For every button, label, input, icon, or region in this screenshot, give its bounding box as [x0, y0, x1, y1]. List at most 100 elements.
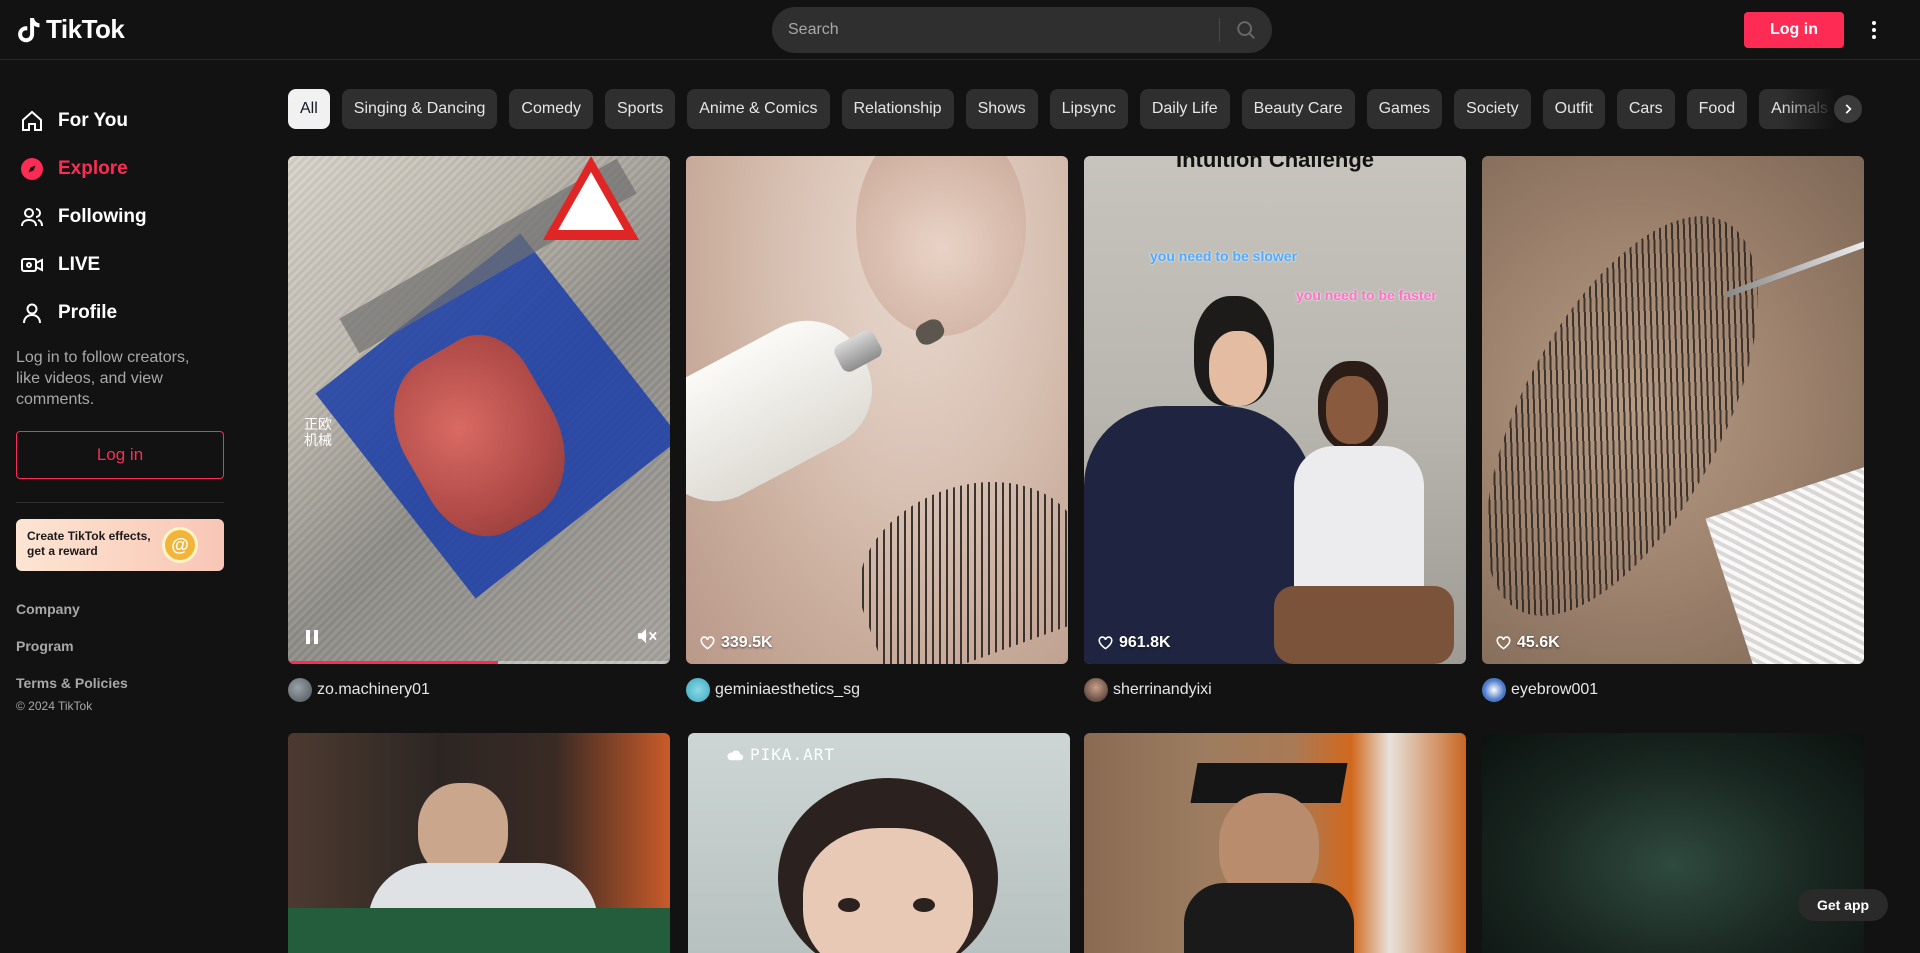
sidebar-item-for-you[interactable]: For You	[20, 103, 128, 139]
sidebar-item-following[interactable]: Following	[20, 199, 147, 235]
video-like-count: 961.8K	[1098, 634, 1171, 652]
live-icon	[21, 258, 43, 272]
category-chip[interactable]: Beauty Care	[1241, 89, 1355, 129]
video-card[interactable]: Intuition Challenge you need to be slowe…	[1084, 156, 1466, 702]
search-icon	[1237, 21, 1255, 39]
search-input[interactable]	[772, 21, 1212, 39]
chevron-right-icon	[1845, 104, 1852, 114]
more-dot-icon	[1872, 35, 1876, 39]
video-thumbnail[interactable]	[1084, 733, 1466, 953]
avatar	[1482, 678, 1506, 702]
video-like-count: 339.5K	[700, 634, 773, 652]
video-thumbnail[interactable]: 339.5K	[686, 156, 1068, 664]
pause-button[interactable]	[304, 629, 320, 650]
sidebar-item-label: Following	[58, 206, 147, 227]
video-thumbnail[interactable]	[1482, 733, 1864, 953]
search-button[interactable]	[1220, 7, 1272, 53]
video-author[interactable]: geminiaesthetics_sg	[686, 678, 1068, 702]
video-overlay-text: 正欧 机械	[304, 416, 332, 448]
author-name: geminiaesthetics_sg	[715, 681, 860, 698]
video-progress-bar[interactable]	[288, 661, 670, 664]
avatar	[686, 678, 710, 702]
category-chip[interactable]: Cars	[1616, 89, 1675, 129]
video-like-count: 45.6K	[1496, 634, 1560, 652]
category-chip-all[interactable]: All	[288, 89, 330, 129]
mute-button[interactable]	[636, 627, 658, 650]
like-count-text: 339.5K	[721, 634, 773, 651]
effects-banner-text: Create TikTok effects, get a reward	[27, 529, 151, 558]
login-button[interactable]: Log in	[1744, 12, 1844, 48]
video-thumbnail[interactable]: PIKA.ART	[688, 733, 1070, 953]
video-card[interactable]: 正欧 机械 zo.machinery01	[288, 156, 670, 702]
heart-icon	[1496, 636, 1511, 650]
cloud-icon	[727, 750, 744, 760]
category-chip[interactable]: Games	[1366, 89, 1443, 129]
pause-icon	[306, 630, 318, 644]
category-chip[interactable]: Shows	[965, 89, 1038, 129]
muted-speaker-icon	[638, 628, 657, 644]
category-chip[interactable]: Relationship	[841, 89, 954, 129]
user-icon	[23, 303, 41, 324]
video-author[interactable]: eyebrow001	[1482, 678, 1864, 702]
video-thumbnail[interactable]: 正欧 机械	[288, 156, 670, 664]
heart-icon	[700, 636, 715, 650]
like-count-text: 961.8K	[1119, 634, 1171, 651]
category-chip[interactable]: Sports	[605, 89, 676, 129]
sidebar: For You Explore Following LIVE Profile L…	[0, 61, 240, 941]
effects-reward-icon: @	[162, 527, 198, 563]
like-count-text: 45.6K	[1517, 634, 1560, 651]
category-chip[interactable]: Society	[1454, 89, 1531, 129]
copyright-text: © 2024 TikTok	[16, 699, 93, 713]
category-chip[interactable]: Outfit	[1542, 89, 1605, 129]
avatar	[288, 678, 312, 702]
login-prompt-text: Log in to follow creators, like videos, …	[16, 349, 190, 408]
video-author[interactable]: sherrinandyixi	[1084, 678, 1466, 702]
category-chip[interactable]: Anime & Comics	[687, 89, 830, 129]
category-chip[interactable]: Lipsync	[1049, 89, 1128, 129]
category-chip[interactable]: Singing & Dancing	[341, 89, 498, 129]
more-dot-icon	[1872, 21, 1876, 25]
footer-link-company[interactable]: Company	[16, 601, 80, 617]
sidebar-item-label: Explore	[58, 158, 128, 179]
tiktok-logo-icon	[18, 17, 40, 42]
video-thumbnail[interactable]	[288, 733, 670, 953]
tiktok-logo[interactable]: TikTok	[16, 14, 125, 45]
video-caption: you need to be faster	[1296, 287, 1437, 303]
compass-icon	[21, 158, 43, 180]
video-thumbnail[interactable]: Intuition Challenge you need to be slowe…	[1084, 156, 1466, 664]
sidebar-divider	[16, 502, 224, 503]
video-author[interactable]: zo.machinery01	[288, 678, 670, 702]
author-name: eyebrow001	[1511, 681, 1599, 698]
sidebar-item-profile[interactable]: Profile	[20, 295, 117, 331]
logo-text: TikTok	[46, 14, 125, 44]
avatar	[1084, 678, 1108, 702]
video-watermark: PIKA.ART	[726, 745, 835, 764]
get-app-button[interactable]: Get app	[1798, 889, 1888, 921]
sidebar-item-explore[interactable]: Explore	[20, 151, 128, 187]
users-icon	[21, 208, 43, 227]
footer-link-terms[interactable]: Terms & Policies	[16, 675, 128, 691]
chips-scroll-right-button[interactable]	[1834, 95, 1862, 123]
watermark-text: PIKA.ART	[750, 745, 836, 764]
effects-promo-banner[interactable]: Create TikTok effects, get a reward @	[16, 519, 224, 571]
author-name: sherrinandyixi	[1113, 681, 1212, 698]
video-card[interactable]: 45.6K eyebrow001	[1482, 156, 1864, 702]
category-chip[interactable]: Food	[1686, 89, 1748, 129]
more-options-button[interactable]	[1862, 14, 1886, 46]
footer-link-program[interactable]: Program	[16, 638, 74, 654]
video-progress-fill	[288, 661, 499, 664]
category-chip[interactable]: Daily Life	[1139, 89, 1230, 129]
heart-icon	[1098, 636, 1113, 650]
search-bar	[772, 7, 1272, 53]
category-chip[interactable]: Comedy	[509, 89, 593, 129]
video-caption: you need to be slower	[1150, 248, 1298, 264]
sidebar-login-button[interactable]: Log in	[16, 431, 224, 479]
author-name: zo.machinery01	[317, 681, 430, 698]
sidebar-item-live[interactable]: LIVE	[20, 247, 100, 283]
sidebar-item-label: For You	[58, 110, 129, 131]
video-thumbnail[interactable]: 45.6K	[1482, 156, 1864, 664]
category-chips: All Singing & Dancing Comedy Sports Anim…	[288, 89, 1868, 129]
sidebar-item-label: LIVE	[58, 254, 101, 275]
video-card[interactable]: 339.5K geminiaesthetics_sg	[686, 156, 1068, 702]
sidebar-item-label: Profile	[58, 302, 118, 323]
